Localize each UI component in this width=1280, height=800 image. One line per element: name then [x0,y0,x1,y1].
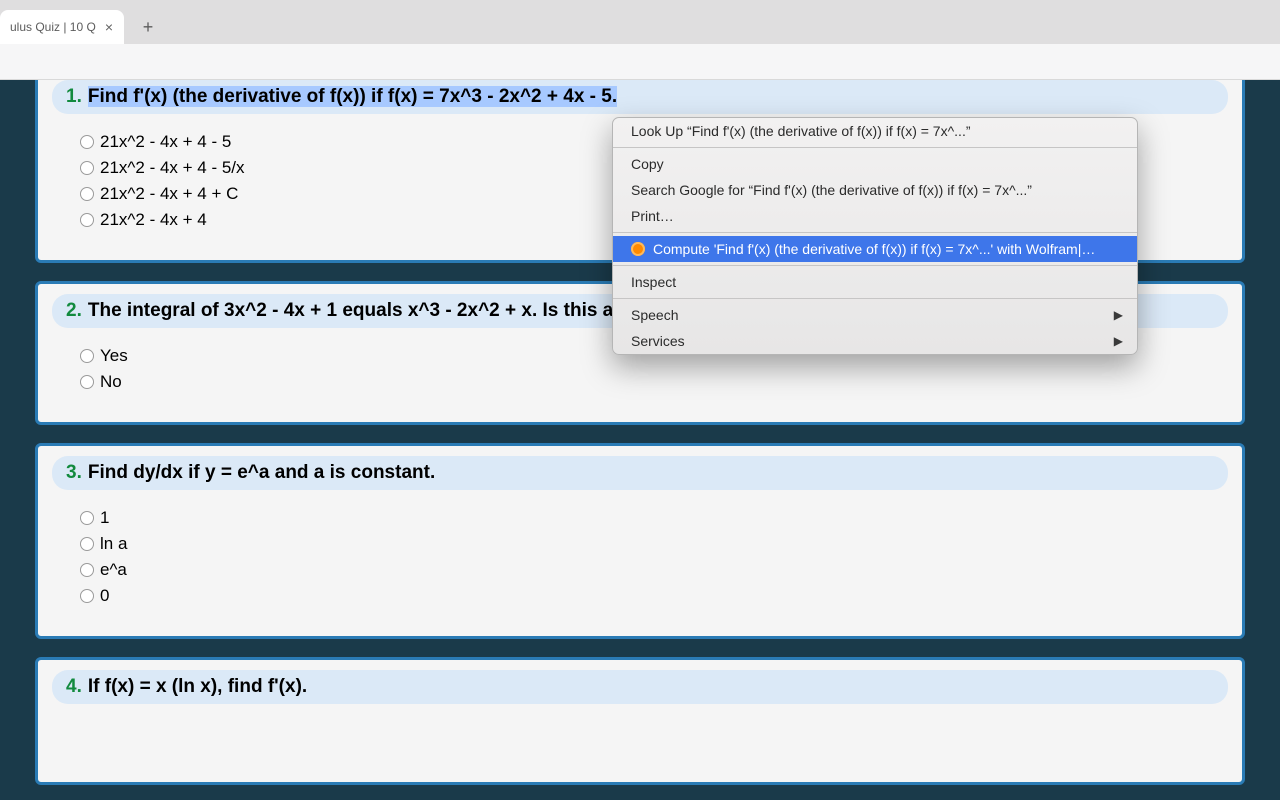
radio-icon[interactable] [80,135,94,149]
radio-icon[interactable] [80,511,94,525]
answer-label: No [100,372,122,392]
question-number: 2. [66,300,82,322]
question-header: 4. If f(x) = x (ln x), find f'(x). [52,670,1228,704]
menu-services[interactable]: Services ▶ [613,328,1137,354]
menu-services-label: Services [631,333,685,349]
menu-wolfram-compute[interactable]: Compute 'Find f'(x) (the derivative of f… [613,236,1137,262]
menu-copy[interactable]: Copy [613,151,1137,177]
answer-option[interactable]: ln a [80,534,1228,554]
menu-wolfram-label: Compute 'Find f'(x) (the derivative of f… [653,241,1095,257]
menu-print[interactable]: Print… [613,203,1137,229]
answer-label: 21x^2 - 4x + 4 + C [100,184,238,204]
question-number: 3. [66,462,82,484]
radio-icon[interactable] [80,375,94,389]
answer-label: 21x^2 - 4x + 4 - 5 [100,132,231,152]
answer-option[interactable]: 0 [80,586,1228,606]
answer-label: 0 [100,586,109,606]
question-number: 4. [66,676,82,698]
menu-separator [613,298,1137,299]
answers-list: 1 ln a e^a 0 [52,508,1228,606]
radio-icon[interactable] [80,187,94,201]
answer-option[interactable]: 1 [80,508,1228,528]
menu-separator [613,147,1137,148]
answer-label: e^a [100,560,127,580]
menu-separator [613,265,1137,266]
question-text: Find f'(x) (the derivative of f(x)) if f… [88,86,617,108]
question-header: 3. Find dy/dx if y = e^a and a is consta… [52,456,1228,490]
menu-lookup[interactable]: Look Up “Find f'(x) (the derivative of f… [613,118,1137,144]
answer-option[interactable]: No [80,372,1228,392]
context-menu: Look Up “Find f'(x) (the derivative of f… [612,117,1138,355]
chevron-right-icon: ▶ [1114,334,1123,348]
question-text: Find dy/dx if y = e^a and a is constant. [88,462,435,484]
question-card: 4. If f(x) = x (ln x), find f'(x). [35,657,1245,785]
radio-icon[interactable] [80,563,94,577]
radio-icon[interactable] [80,589,94,603]
question-card: 3. Find dy/dx if y = e^a and a is consta… [35,443,1245,639]
menu-speech-label: Speech [631,307,678,323]
radio-icon[interactable] [80,537,94,551]
question-text: If f(x) = x (ln x), find f'(x). [88,676,307,698]
answer-label: Yes [100,346,128,366]
browser-toolbar [0,44,1280,80]
browser-tab-strip: ulus Quiz | 10 Q × + [0,0,1280,44]
close-icon[interactable]: × [102,20,116,34]
menu-search-google[interactable]: Search Google for “Find f'(x) (the deriv… [613,177,1137,203]
menu-separator [613,232,1137,233]
answer-label: 21x^2 - 4x + 4 - 5/x [100,158,245,178]
question-header: 1. Find f'(x) (the derivative of f(x)) i… [52,80,1228,114]
answer-label: 1 [100,508,109,528]
wolfram-icon [631,242,645,256]
radio-icon[interactable] [80,161,94,175]
menu-inspect[interactable]: Inspect [613,269,1137,295]
tab-title: ulus Quiz | 10 Q [10,20,96,34]
answer-label: ln a [100,534,127,554]
menu-speech[interactable]: Speech ▶ [613,302,1137,328]
answer-label: 21x^2 - 4x + 4 [100,210,207,230]
question-number: 1. [66,86,82,108]
answer-option[interactable]: e^a [80,560,1228,580]
new-tab-button[interactable]: + [134,13,162,41]
browser-tab[interactable]: ulus Quiz | 10 Q × [0,10,124,44]
radio-icon[interactable] [80,213,94,227]
radio-icon[interactable] [80,349,94,363]
chevron-right-icon: ▶ [1114,308,1123,322]
